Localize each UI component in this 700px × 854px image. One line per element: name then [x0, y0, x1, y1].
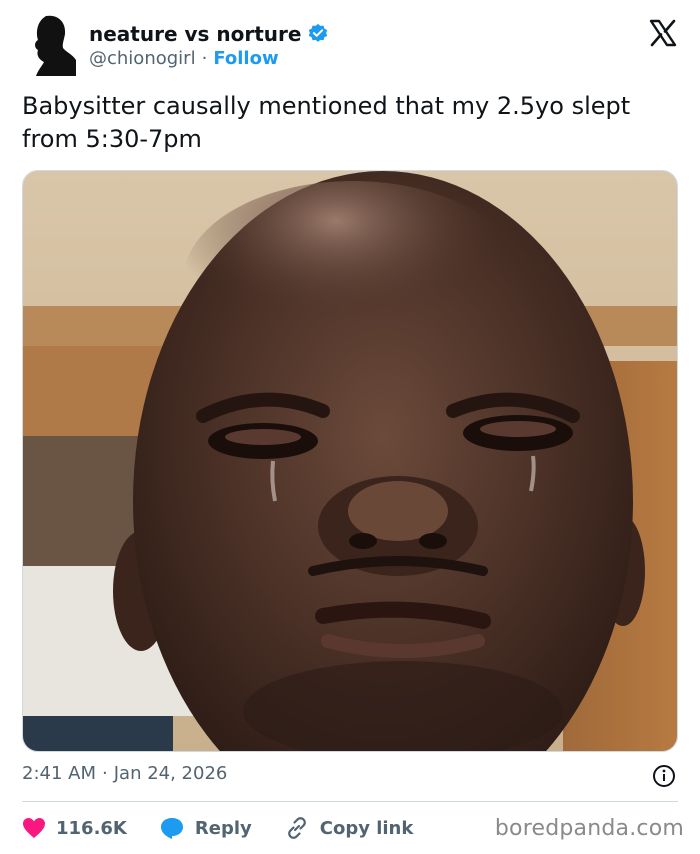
tweet-card: neature vs norture @chionogirl · Follow …: [0, 0, 700, 854]
handle[interactable]: @chionogirl: [89, 48, 196, 69]
separator: ·: [201, 48, 208, 69]
reply-bubble-icon: [160, 818, 183, 839]
action-bar: 116.6K Reply Copy link: [22, 812, 445, 844]
tweet-text: Babysitter causally mentioned that my 2.…: [22, 92, 631, 153]
tweet-date[interactable]: Jan 24, 2026: [114, 763, 228, 784]
display-name[interactable]: neature vs norture: [89, 22, 301, 46]
follow-button[interactable]: Follow: [213, 48, 278, 69]
timestamp-row[interactable]: 2:41 AM · Jan 24, 2026: [22, 763, 227, 784]
heart-icon: [23, 818, 45, 838]
like-button[interactable]: 116.6K: [22, 817, 127, 839]
handle-row: @chionogirl · Follow: [89, 48, 279, 69]
verified-badge-icon: [307, 23, 329, 45]
reply-button[interactable]: Reply: [159, 816, 252, 840]
author-name-row[interactable]: neature vs norture: [89, 22, 329, 46]
copy-link-button[interactable]: Copy link: [284, 815, 414, 841]
x-logo-icon[interactable]: [648, 18, 678, 48]
copy-link-label: Copy link: [319, 817, 414, 839]
divider: [22, 801, 678, 802]
like-count: 116.6K: [56, 817, 127, 839]
tweet-time[interactable]: 2:41 AM: [22, 763, 96, 784]
link-icon: [287, 817, 306, 839]
info-icon[interactable]: [652, 764, 676, 788]
separator: ·: [102, 763, 108, 784]
watermark: boredpanda.com: [494, 816, 684, 841]
tweet-media-image[interactable]: [22, 170, 678, 752]
avatar[interactable]: [22, 14, 78, 77]
reply-label: Reply: [194, 817, 252, 839]
